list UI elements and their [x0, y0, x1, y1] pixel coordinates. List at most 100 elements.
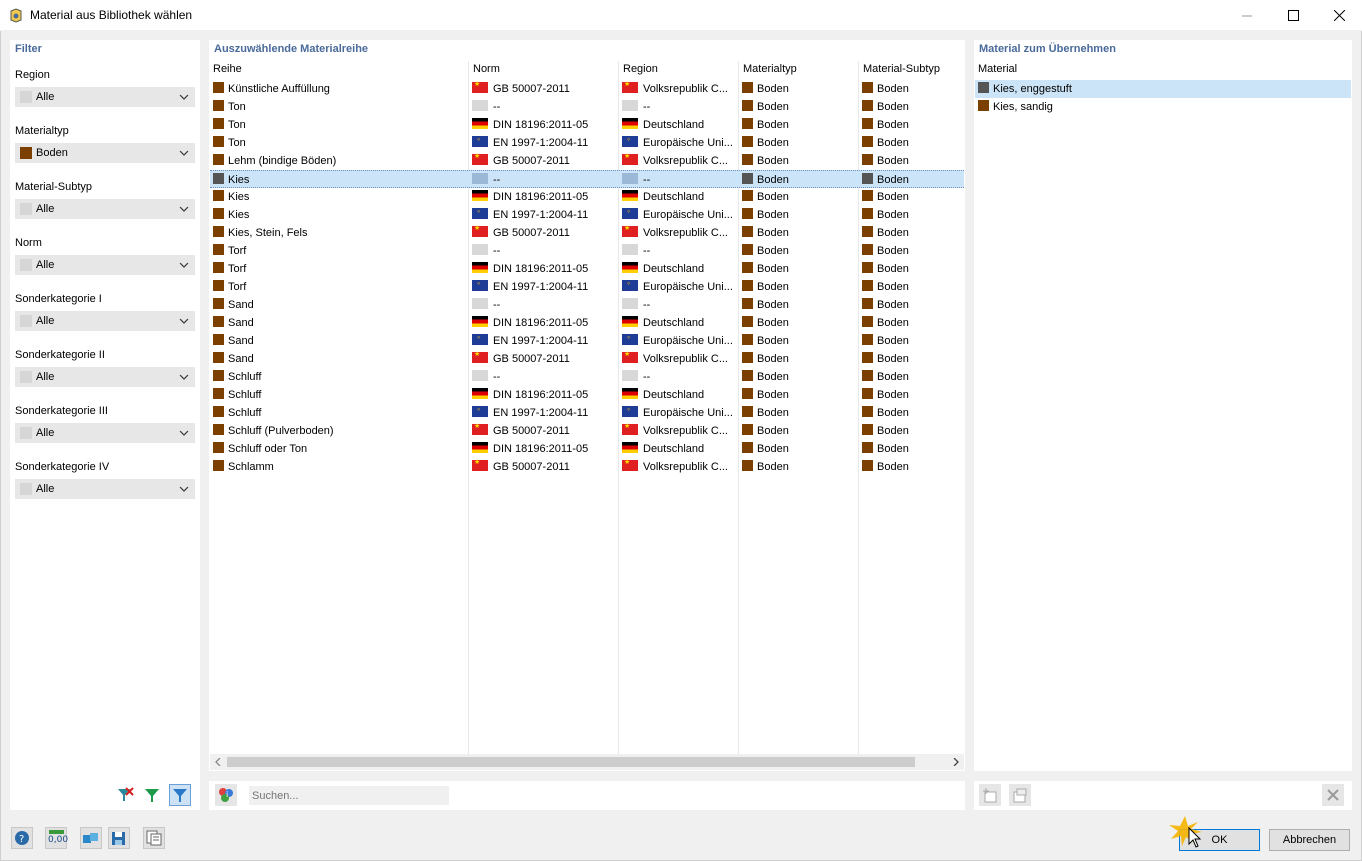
- material-color-swatch: [213, 100, 224, 111]
- cell-norm: EN 1997-1:2004-11: [472, 278, 588, 293]
- color-swatch: [20, 259, 32, 271]
- filter-dropdown[interactable]: Alle: [15, 87, 195, 107]
- table-row[interactable]: Schluff (Pulverboden) GB 50007-2011 Volksr…: [210, 422, 964, 440]
- filter-dropdown[interactable]: Alle: [15, 255, 195, 275]
- table-row[interactable]: Sand GB 50007-2011 Volksrepublik C... Boden…: [210, 350, 964, 368]
- toggle-filter-button[interactable]: [169, 784, 191, 806]
- apply-filter-button[interactable]: [141, 784, 163, 806]
- minimize-button[interactable]: [1224, 0, 1270, 31]
- table-row[interactable]: Kies DIN 18196:2011-05 Deutschland Boden Bod…: [210, 188, 964, 206]
- flag-cn-icon: [472, 350, 488, 363]
- list-item[interactable]: Kies, enggestuft: [975, 80, 1351, 98]
- filter-dropdown[interactable]: Alle: [15, 367, 195, 387]
- cell-materialtyp: Boden: [742, 136, 789, 149]
- search-input[interactable]: [249, 786, 449, 805]
- material-color-swatch: [862, 208, 873, 219]
- import-button[interactable]: [80, 827, 102, 849]
- cell-material-subtyp-text: Boden: [877, 245, 909, 257]
- cell-region-text: --: [643, 101, 651, 113]
- cell-material-subtyp-text: Boden: [877, 389, 909, 401]
- cell-materialtyp-text: Boden: [757, 389, 789, 401]
- horizontal-scrollbar[interactable]: [210, 754, 964, 770]
- cell-materialtyp-text: Boden: [757, 407, 789, 419]
- table-row[interactable]: Schluff EN 1997-1:2004-11 Europäische Uni.…: [210, 404, 964, 422]
- table-row[interactable]: Ton -- -- Boden Boden: [210, 98, 964, 116]
- material-info-button[interactable]: i: [215, 784, 237, 806]
- cell-region: Europäische Uni...: [622, 278, 733, 293]
- cell-materialtyp-text: Boden: [757, 263, 789, 275]
- flag-de-icon: [622, 442, 638, 453]
- cell-materialtyp-text: Boden: [757, 317, 789, 329]
- cell-region: Volksrepublik C...: [622, 422, 728, 437]
- filter-dropdown[interactable]: Alle: [15, 479, 195, 499]
- column-header-materialtyp[interactable]: Materialtyp: [743, 63, 797, 75]
- scrollbar-thumb[interactable]: [227, 757, 915, 767]
- color-swatch: [20, 427, 32, 439]
- table-row[interactable]: Kies EN 1997-1:2004-11 Europäische Uni... B…: [210, 206, 964, 224]
- table-row[interactable]: Ton EN 1997-1:2004-11 Europäische Uni... Bo…: [210, 134, 964, 152]
- table-row[interactable]: Lehm (bindige Böden) GB 50007-2011 Volksre…: [210, 152, 964, 170]
- column-header-material[interactable]: Material: [978, 63, 1017, 75]
- cell-materialtyp-text: Boden: [757, 119, 789, 131]
- cell-material-subtyp: Boden: [862, 370, 909, 383]
- cell-reihe: Ton: [213, 118, 246, 131]
- table-row[interactable]: Sand -- -- Boden Boden: [210, 296, 964, 314]
- table-row[interactable]: Ton DIN 18196:2011-05 Deutschland Boden Bode…: [210, 116, 964, 134]
- cell-material-subtyp: Boden: [862, 208, 909, 221]
- filter-dropdown[interactable]: Boden: [15, 143, 195, 163]
- material-color-swatch: [742, 118, 753, 129]
- material-color-swatch: [742, 280, 753, 291]
- scroll-right-icon[interactable]: [952, 758, 960, 766]
- table-row[interactable]: Schluff oder Ton DIN 18196:2011-05 Deutsch…: [210, 440, 964, 458]
- filter-dropdown[interactable]: Alle: [15, 199, 195, 219]
- cell-norm-text: EN 1997-1:2004-11: [493, 407, 589, 419]
- add-material-button[interactable]: [979, 784, 1001, 806]
- clear-filter-button[interactable]: [114, 784, 136, 806]
- flag-de-icon: [472, 442, 488, 453]
- table-row[interactable]: Sand EN 1997-1:2004-11 Europäische Uni... B…: [210, 332, 964, 350]
- table-row[interactable]: Kies -- -- Boden Boden: [210, 170, 964, 188]
- column-header-material-subtyp[interactable]: Material-Subtyp: [863, 63, 940, 75]
- column-header-region[interactable]: Region: [623, 63, 658, 75]
- material-color-swatch: [742, 316, 753, 327]
- cell-region: Deutschland: [622, 118, 704, 131]
- filter-dropdown[interactable]: Alle: [15, 423, 195, 443]
- column-header-reihe[interactable]: Reihe: [213, 63, 242, 75]
- material-color-swatch: [742, 208, 753, 219]
- table-row[interactable]: Torf DIN 18196:2011-05 Deutschland Boden Bod…: [210, 260, 964, 278]
- column-header-norm[interactable]: Norm: [473, 63, 500, 75]
- table-row[interactable]: Sand DIN 18196:2011-05 Deutschland Boden Bod…: [210, 314, 964, 332]
- filter-dropdown[interactable]: Alle: [15, 311, 195, 331]
- chevron-down-icon: [179, 486, 189, 492]
- cell-reihe-text: Torf: [228, 245, 247, 257]
- close-button[interactable]: [1316, 0, 1362, 31]
- table-row[interactable]: Schluff -- -- Boden Boden: [210, 368, 964, 386]
- table-row[interactable]: Kies, Stein, Fels GB 50007-2011 Volksrepub…: [210, 224, 964, 242]
- flag-none-icon: [472, 370, 488, 381]
- table-row[interactable]: Schluff DIN 18196:2011-05 Deutschland Boden…: [210, 386, 964, 404]
- remove-material-button[interactable]: [1322, 784, 1344, 806]
- library-button[interactable]: [143, 827, 165, 849]
- cell-region: Europäische Uni...: [622, 206, 733, 221]
- cancel-button[interactable]: Abbrechen: [1269, 829, 1350, 851]
- table-row[interactable]: Torf -- -- Boden Boden: [210, 242, 964, 260]
- cell-region: Volksrepublik C...: [622, 152, 728, 167]
- save-button[interactable]: [108, 827, 130, 849]
- help-button[interactable]: ?: [11, 827, 33, 849]
- scroll-left-icon[interactable]: [214, 758, 222, 766]
- cell-norm-text: GB 50007-2011: [493, 155, 570, 167]
- flag-de-icon: [472, 388, 488, 399]
- maximize-button[interactable]: [1270, 0, 1316, 31]
- table-row[interactable]: Künstliche Auffüllung GB 50007-2011 Volksr…: [210, 80, 964, 98]
- list-item[interactable]: Kies, sandig: [975, 98, 1351, 116]
- table-row[interactable]: Schlamm GB 50007-2011 Volksrepublik C... Bo…: [210, 458, 964, 476]
- cell-norm: DIN 18196:2011-05: [472, 262, 588, 275]
- material-color-swatch: [862, 352, 873, 363]
- chevron-down-icon: [179, 94, 189, 100]
- units-button[interactable]: 0,00: [45, 827, 68, 849]
- material-color-swatch: [862, 262, 873, 273]
- copy-material-button[interactable]: [1009, 784, 1031, 806]
- table-row[interactable]: Torf EN 1997-1:2004-11 Europäische Uni... B…: [210, 278, 964, 296]
- cell-reihe: Sand: [213, 316, 254, 329]
- cell-region: --: [622, 100, 650, 113]
